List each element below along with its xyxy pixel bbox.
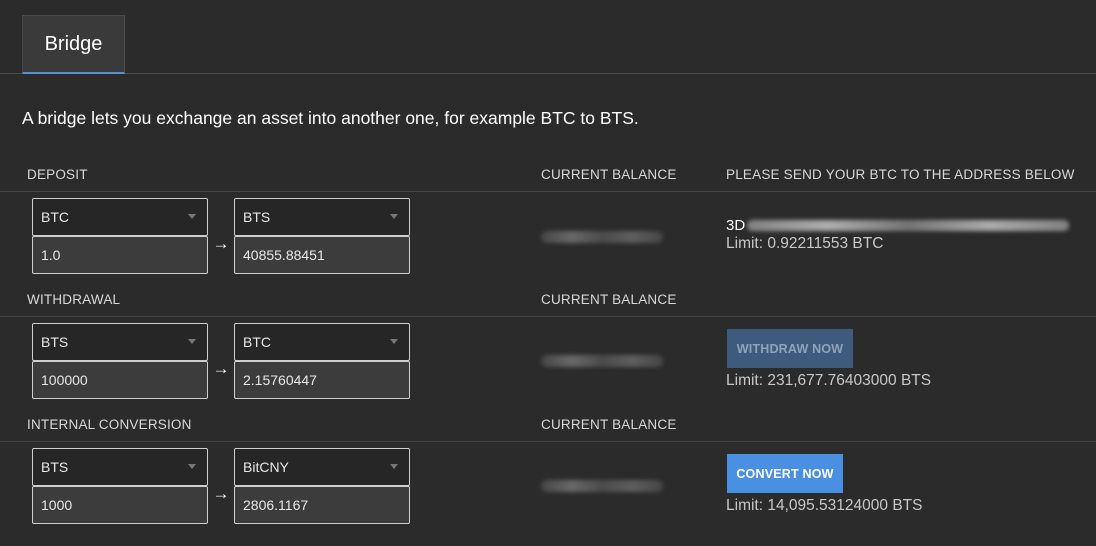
intro-text: A bridge lets you exchange an asset into… — [22, 108, 639, 128]
chevron-down-icon — [390, 339, 398, 344]
deposit-from-amount-input[interactable]: 1.0 — [32, 236, 208, 274]
arrow-right-icon: → — [212, 359, 230, 378]
deposit-to-amount-value: 40855.88451 — [243, 247, 325, 263]
chevron-down-icon — [188, 214, 196, 219]
withdrawal-title: WITHDRAWAL — [27, 292, 121, 307]
conversion-balance-redacted — [541, 480, 663, 492]
chevron-down-icon — [188, 464, 196, 469]
withdrawal-to-amount-value: 2.15760447 — [243, 372, 317, 388]
conversion-to-asset-value: BitCNY — [243, 459, 289, 475]
conversion-limit: Limit: 14,095.53124000 BTS — [726, 497, 923, 514]
deposit-address: 3D — [726, 215, 1070, 235]
deposit-to-asset-value: BTS — [243, 209, 271, 225]
conversion-from-asset-select[interactable]: BTS — [32, 448, 208, 486]
chevron-down-icon — [390, 214, 398, 219]
conversion-to-asset-select[interactable]: BitCNY — [234, 448, 410, 486]
withdrawal-to-amount-input[interactable]: 2.15760447 — [234, 361, 410, 399]
deposit-limit: Limit: 0.92211553 BTC — [726, 235, 884, 252]
withdrawal-header: WITHDRAWAL CURRENT BALANCE — [0, 283, 1096, 317]
conversion-from-amount-value: 1000 — [41, 497, 73, 513]
conversion-to-amount-input[interactable]: 2806.1167 — [234, 486, 410, 524]
convert-now-button[interactable]: CONVERT NOW — [727, 454, 843, 493]
conversion-from-asset-value: BTS — [41, 459, 69, 475]
deposit-address-redacted — [747, 219, 1070, 231]
withdrawal-limit: Limit: 231,677.76403000 BTS — [726, 372, 932, 389]
deposit-address-prefix: 3D — [726, 216, 746, 234]
deposit-to-amount-input[interactable]: 40855.88451 — [234, 236, 410, 274]
deposit-balance-redacted — [541, 231, 663, 243]
tab-bar: Bridge — [0, 0, 1096, 74]
conversion-to-amount-value: 2806.1167 — [243, 497, 309, 513]
conversion-header: INTERNAL CONVERSION CURRENT BALANCE — [0, 408, 1096, 442]
withdrawal-balance-header: CURRENT BALANCE — [541, 292, 677, 307]
deposit-balance-header: CURRENT BALANCE — [541, 167, 677, 182]
deposit-header: DEPOSIT CURRENT BALANCE PLEASE SEND YOUR… — [0, 158, 1096, 192]
deposit-to-asset-select[interactable]: BTS — [234, 198, 410, 236]
withdrawal-balance-redacted — [541, 355, 663, 367]
withdraw-now-button[interactable]: WITHDRAW NOW — [727, 329, 853, 368]
withdrawal-from-amount-value: 100000 — [41, 372, 88, 388]
conversion-from-amount-input[interactable]: 1000 — [32, 486, 208, 524]
withdrawal-to-asset-select[interactable]: BTC — [234, 323, 410, 361]
chevron-down-icon — [390, 464, 398, 469]
tab-bridge[interactable]: Bridge — [22, 15, 125, 74]
withdrawal-to-asset-value: BTC — [243, 334, 271, 350]
deposit-instruction: PLEASE SEND YOUR BTC TO THE ADDRESS BELO… — [726, 167, 1075, 182]
conversion-title: INTERNAL CONVERSION — [27, 417, 192, 432]
withdrawal-from-amount-input[interactable]: 100000 — [32, 361, 208, 399]
withdrawal-from-asset-select[interactable]: BTS — [32, 323, 208, 361]
deposit-from-asset-value: BTC — [41, 209, 69, 225]
deposit-from-asset-select[interactable]: BTC — [32, 198, 208, 236]
deposit-from-amount-value: 1.0 — [41, 247, 61, 263]
arrow-right-icon: → — [212, 234, 230, 253]
chevron-down-icon — [188, 339, 196, 344]
withdrawal-from-asset-value: BTS — [41, 334, 69, 350]
arrow-right-icon: → — [212, 484, 230, 503]
conversion-balance-header: CURRENT BALANCE — [541, 417, 677, 432]
deposit-title: DEPOSIT — [27, 167, 88, 182]
